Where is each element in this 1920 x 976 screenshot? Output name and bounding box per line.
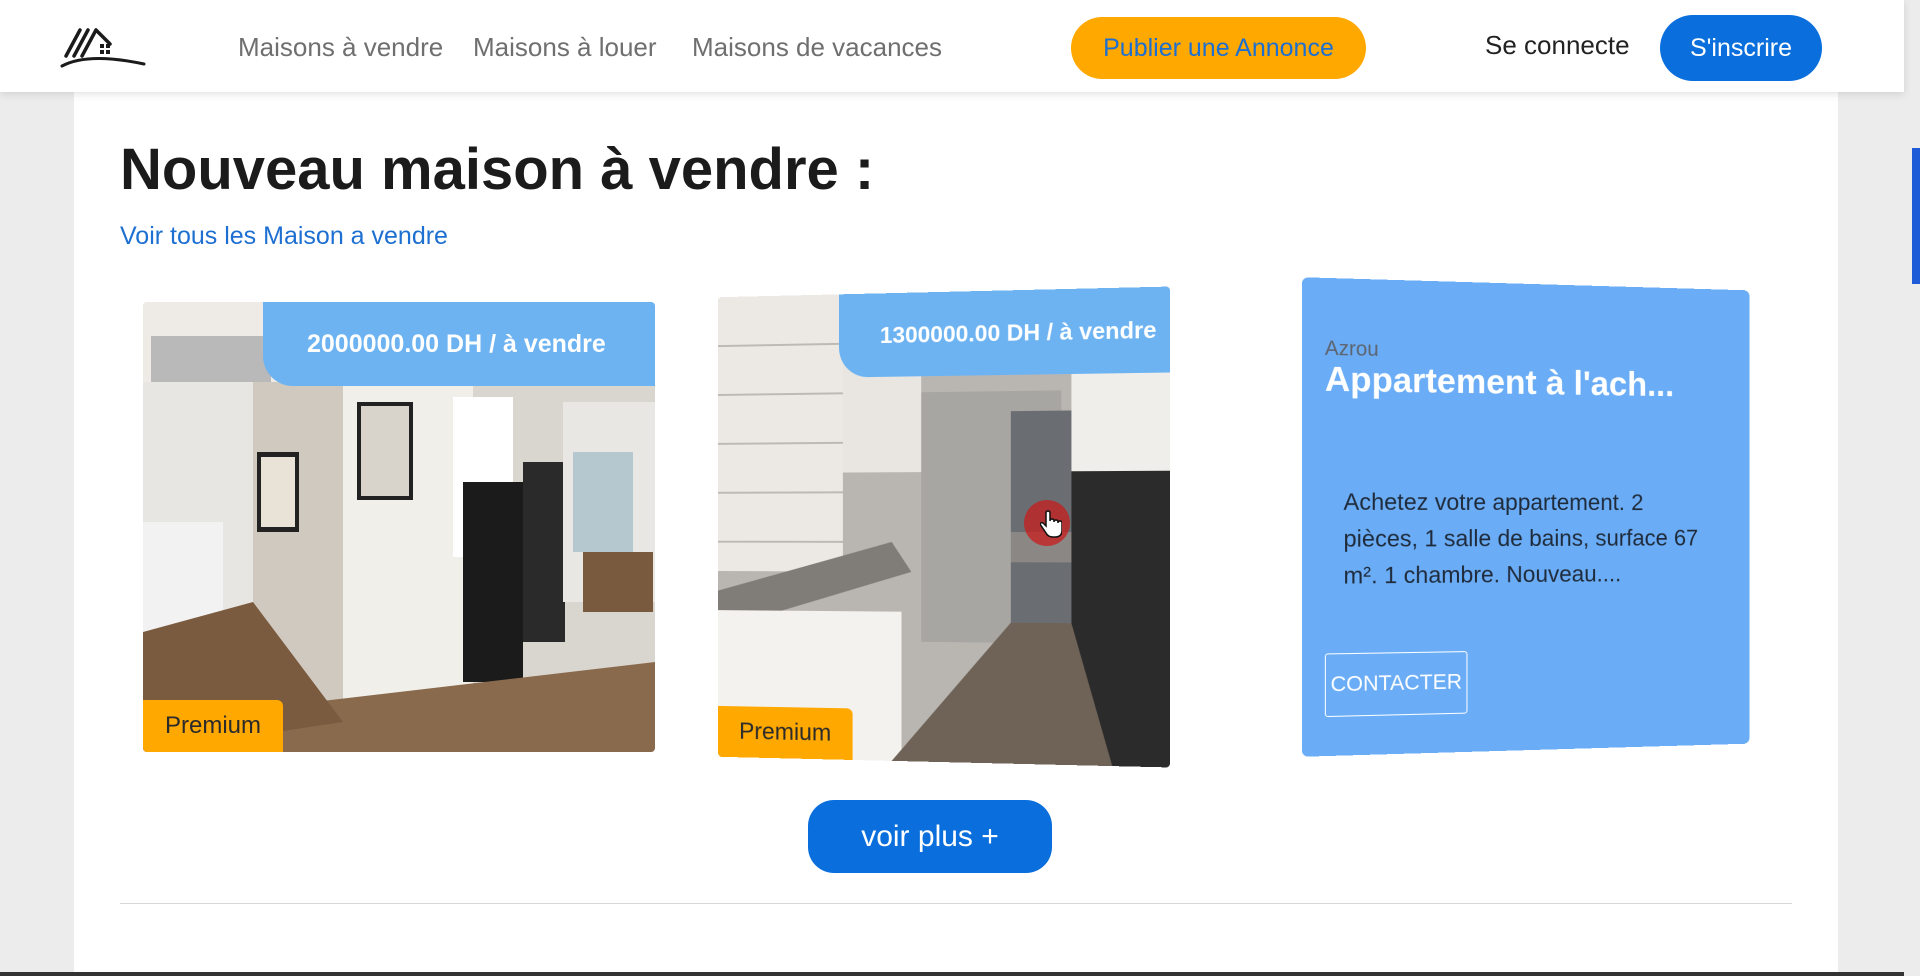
contact-button[interactable]: CONTACTER bbox=[1324, 651, 1468, 718]
premium-badge: Premium bbox=[143, 700, 284, 752]
hand-cursor-icon bbox=[1040, 510, 1062, 538]
bottom-edge bbox=[0, 972, 1904, 976]
section-title: Nouveau maison à vendre : bbox=[120, 137, 875, 202]
listing-description: Achetez votre appartement. 2 pièces, 1 s… bbox=[1343, 488, 1699, 589]
listing-detail-card[interactable]: Azrou Appartement à l'ach... Achetez vot… bbox=[1301, 277, 1750, 757]
signup-button[interactable]: S'inscrire bbox=[1660, 15, 1822, 81]
publish-listing-button[interactable]: Publier une Annonce bbox=[1071, 17, 1366, 79]
divider bbox=[120, 903, 1792, 904]
scrollbar-track[interactable] bbox=[1904, 0, 1920, 976]
login-link[interactable]: Se connecte bbox=[1485, 30, 1630, 61]
scrollbar-thumb[interactable] bbox=[1912, 148, 1920, 284]
see-more-button[interactable]: voir plus + bbox=[808, 800, 1052, 873]
listing-city: Azrou bbox=[1324, 337, 1379, 362]
navbar: Maisons à vendre Maisons à louer Maisons… bbox=[0, 0, 1904, 92]
price-badge: 1300000.00 DH / à vendre bbox=[839, 286, 1171, 378]
see-all-link[interactable]: Voir tous les Maison a vendre bbox=[120, 222, 448, 251]
listing-card[interactable]: 1300000.00 DH / à vendre Premium bbox=[718, 286, 1171, 768]
listing-title: Appartement à l'ach... bbox=[1324, 360, 1675, 405]
listing-card[interactable]: 2000000.00 DH / à vendre Premium bbox=[143, 302, 655, 752]
nav-maisons-a-vendre[interactable]: Maisons à vendre bbox=[238, 32, 443, 63]
nav-maisons-de-vacances[interactable]: Maisons de vacances bbox=[692, 32, 942, 63]
premium-badge: Premium bbox=[718, 705, 853, 760]
nav-maisons-a-louer[interactable]: Maisons à louer bbox=[473, 32, 657, 63]
house-logo-icon[interactable] bbox=[58, 22, 150, 74]
price-badge: 2000000.00 DH / à vendre bbox=[263, 302, 655, 386]
